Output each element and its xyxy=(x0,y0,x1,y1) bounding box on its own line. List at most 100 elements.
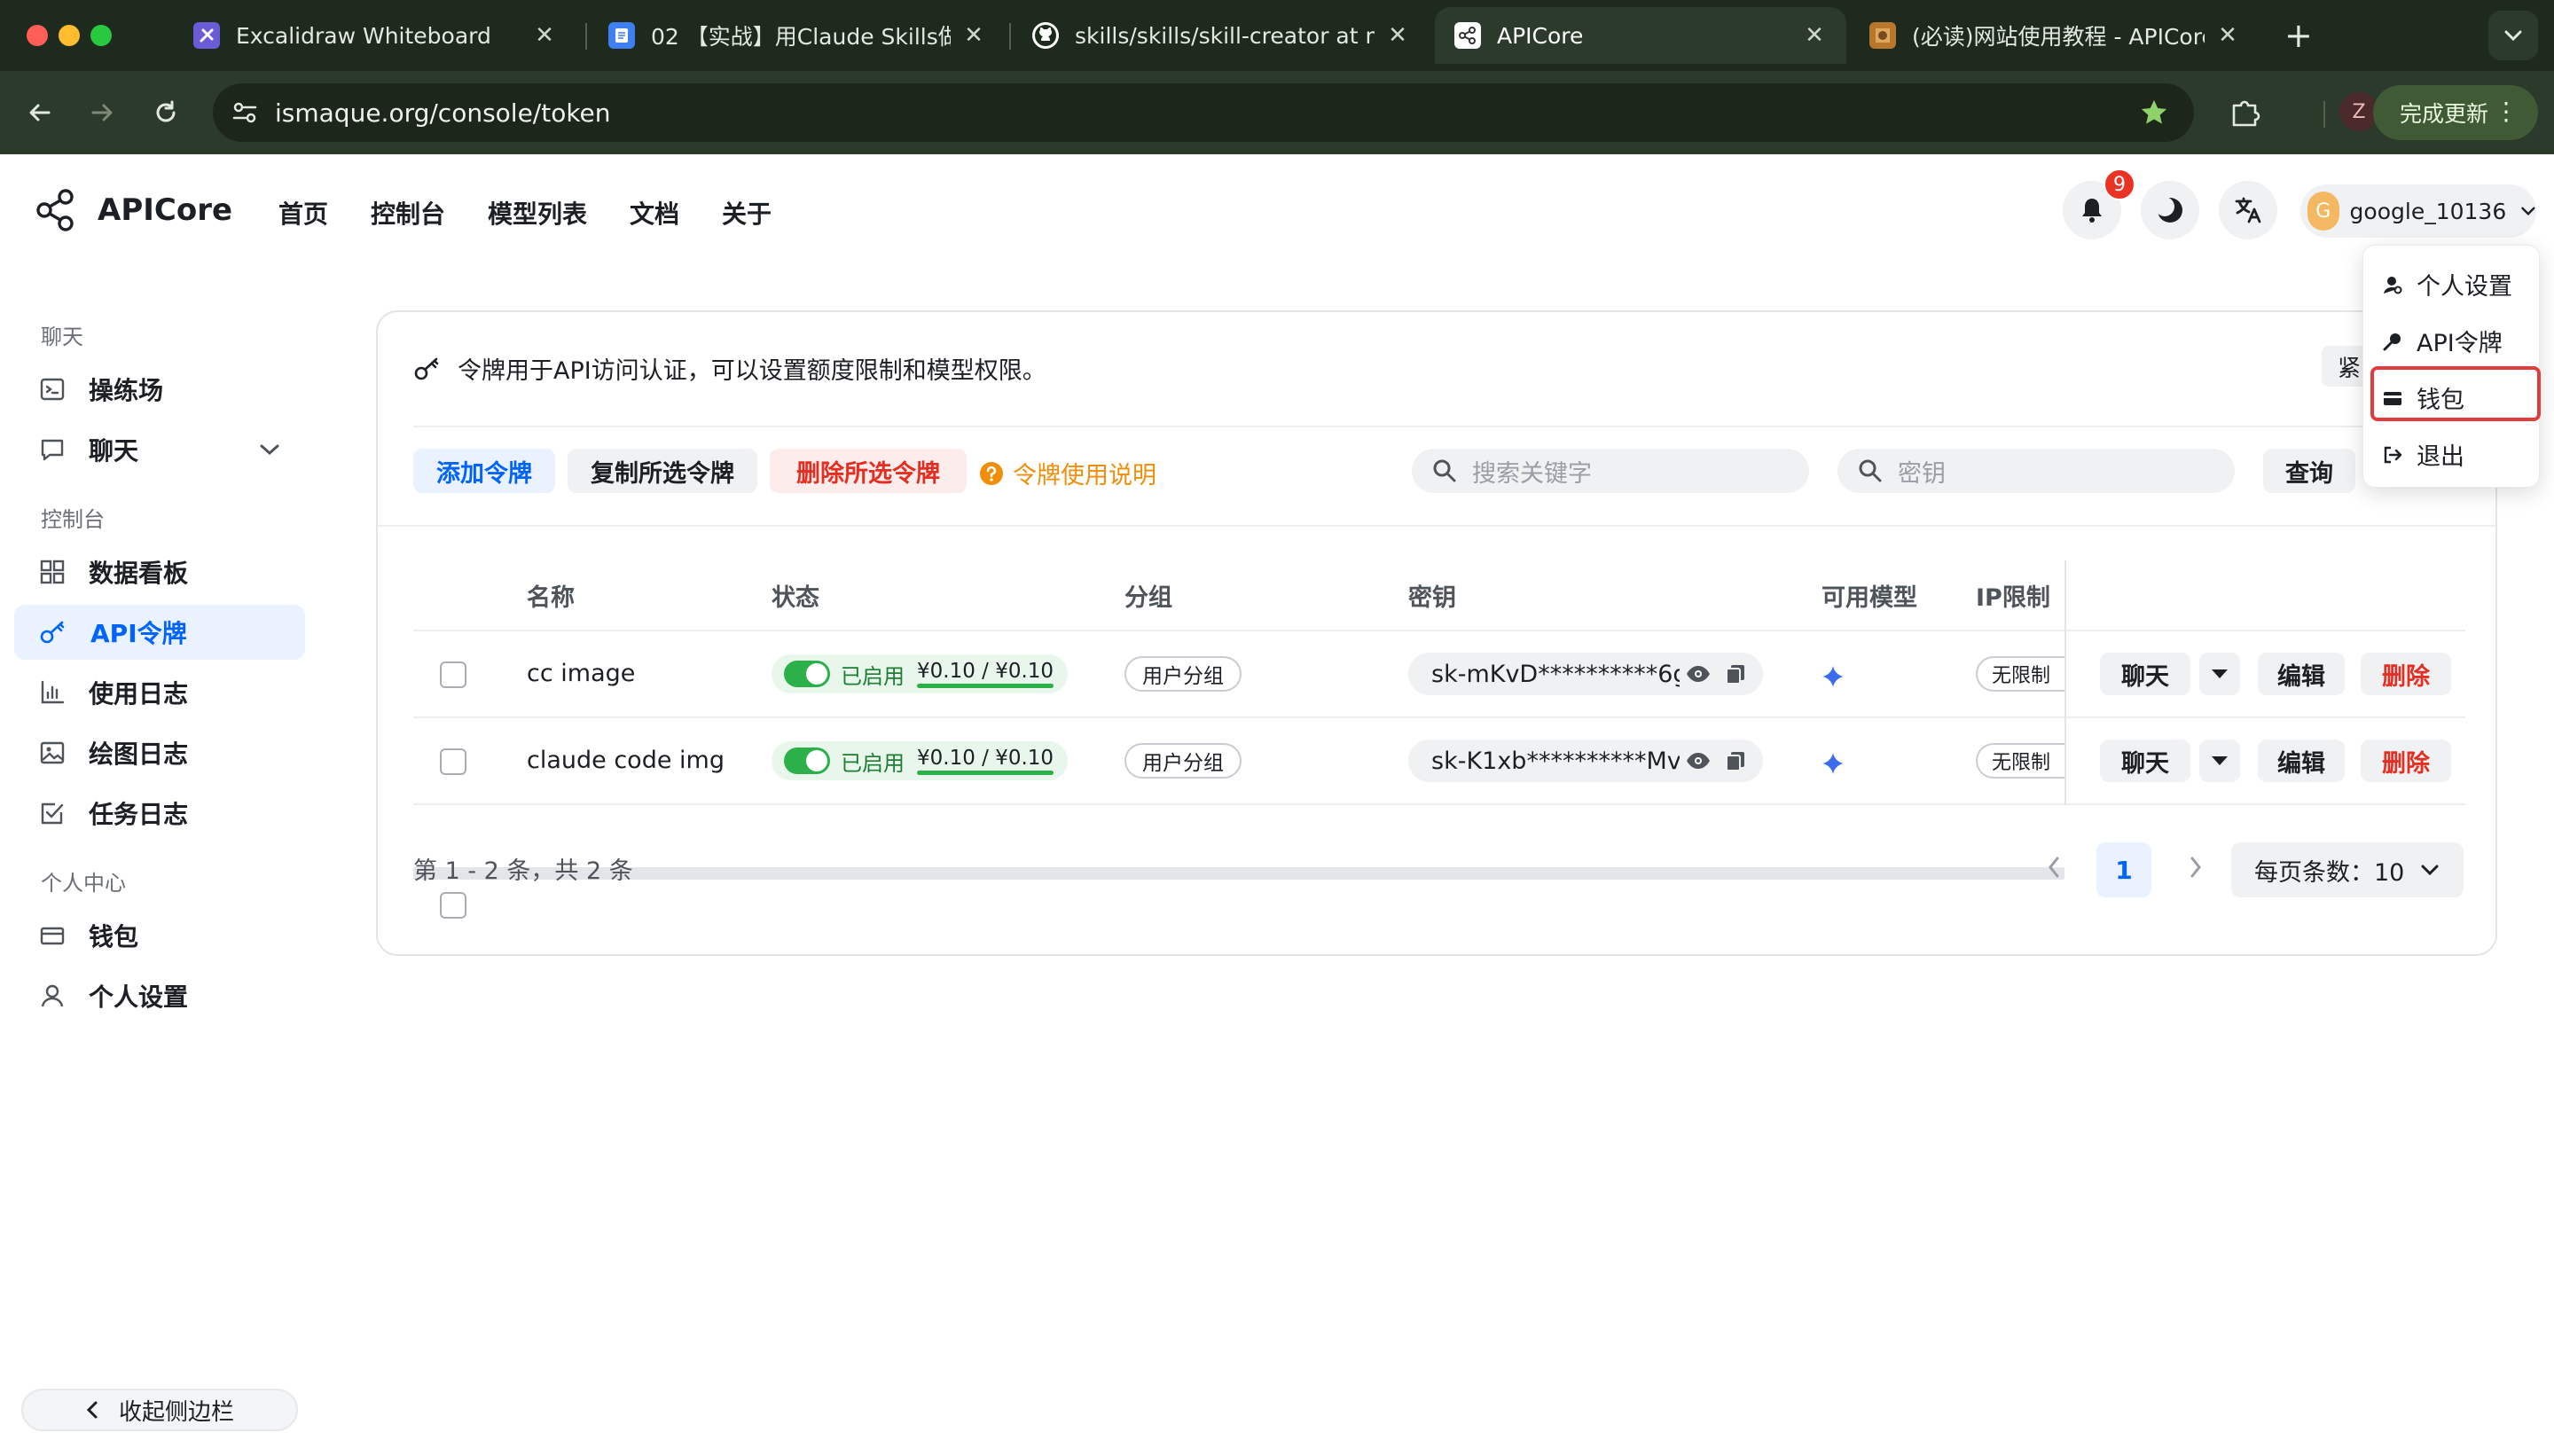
sidebar-item-drawing-logs[interactable]: 绘图日志 xyxy=(14,725,305,780)
copy-selected-button[interactable]: 复制所选令牌 xyxy=(568,449,757,493)
column-header-key[interactable]: 密钥 xyxy=(1408,578,1456,613)
tab-close-icon[interactable]: ✕ xyxy=(1385,22,1410,49)
nav-models[interactable]: 模型列表 xyxy=(488,195,587,231)
menu-item-api-tokens[interactable]: API令牌 xyxy=(2383,324,2503,358)
tab-title: 02 【实战】用Claude Skills做F xyxy=(651,24,951,50)
chat-button[interactable]: 聊天 xyxy=(2100,740,2190,782)
horizontal-scrollbar[interactable] xyxy=(413,867,2064,880)
nav-docs[interactable]: 文档 xyxy=(630,195,679,231)
tab-close-icon[interactable]: ✕ xyxy=(1802,22,1827,49)
back-button[interactable] xyxy=(18,90,62,135)
new-tab-button[interactable]: + xyxy=(2284,16,2313,55)
extensions-button[interactable] xyxy=(2222,90,2267,135)
key-search-placeholder: 密钥 xyxy=(1898,459,1946,488)
chat-dropdown-button[interactable] xyxy=(2199,653,2240,695)
google-docs-favicon-icon xyxy=(608,22,635,49)
row-checkbox[interactable] xyxy=(440,661,466,688)
token-name: claude code img xyxy=(527,747,725,774)
sidebar-item-api-tokens[interactable]: API令牌 xyxy=(14,605,305,660)
browser-tab-excalidraw[interactable]: Excalidraw Whiteboard ✕ xyxy=(174,7,576,64)
playground-icon xyxy=(40,378,65,401)
tab-close-icon[interactable]: ✕ xyxy=(532,22,557,49)
page-size-select[interactable]: 每页条数：10 xyxy=(2231,842,2464,897)
column-header-models[interactable]: 可用模型 xyxy=(1821,578,1917,613)
delete-selected-button[interactable]: 删除所选令牌 xyxy=(770,449,967,493)
collapse-sidebar-button[interactable]: 收起侧边栏 xyxy=(21,1389,298,1431)
page-number-button[interactable]: 1 xyxy=(2096,842,2151,897)
chat-dropdown-button[interactable] xyxy=(2199,740,2240,782)
more-vert-icon: ⋮ xyxy=(2494,97,2519,126)
sidebar-item-task-logs[interactable]: 任务日志 xyxy=(14,786,305,841)
copy-icon[interactable] xyxy=(1724,662,1747,685)
copy-icon[interactable] xyxy=(1724,749,1747,772)
tab-close-icon[interactable]: ✕ xyxy=(2215,22,2240,49)
bookmark-star-icon[interactable] xyxy=(2139,98,2169,128)
add-token-button[interactable]: 添加令牌 xyxy=(413,449,555,493)
language-button[interactable] xyxy=(2219,181,2277,239)
keyword-search-placeholder: 搜索关键字 xyxy=(1472,459,1592,488)
next-page-button[interactable] xyxy=(2178,849,2213,885)
column-header-status[interactable]: 状态 xyxy=(772,578,819,613)
caret-down-icon xyxy=(2212,756,2228,765)
update-button[interactable]: 完成更新 ⋮ xyxy=(2373,85,2538,140)
sidebar-item-chat[interactable]: 聊天 xyxy=(14,422,305,477)
browser-tab-apicore[interactable]: APICore ✕ xyxy=(1435,7,1846,64)
address-bar[interactable]: ismaque.org/console/token xyxy=(213,83,2194,142)
sidebar-item-usage-logs[interactable]: 使用日志 xyxy=(14,665,305,720)
window-minimize-button[interactable] xyxy=(59,25,80,46)
column-header-ip-limit[interactable]: IP限制 xyxy=(1976,578,2050,613)
chat-icon xyxy=(41,439,64,461)
select-all-checkbox[interactable] xyxy=(440,892,466,919)
row-checkbox[interactable] xyxy=(440,748,466,775)
wallet-icon xyxy=(40,927,65,945)
gemini-sparkle-icon xyxy=(1822,753,1844,774)
theme-toggle-button[interactable] xyxy=(2141,181,2199,239)
nav-console[interactable]: 控制台 xyxy=(371,195,445,231)
delete-button[interactable]: 删除 xyxy=(2361,653,2451,695)
menu-item-personal-settings[interactable]: 个人设置 xyxy=(2383,267,2512,301)
edit-button[interactable]: 编辑 xyxy=(2258,653,2345,695)
sidebar-item-playground[interactable]: 操练场 xyxy=(14,362,305,417)
browser-tab-tutorial[interactable]: (必读)网站使用教程 - APICore ✕ xyxy=(1850,7,2260,64)
column-header-name[interactable]: 名称 xyxy=(527,578,575,613)
forward-button[interactable] xyxy=(80,90,124,135)
group-tag: 用户分组 xyxy=(1124,656,1242,692)
fixed-column-shadow xyxy=(2064,560,2066,805)
nav-about[interactable]: 关于 xyxy=(722,195,772,231)
sidebar-item-dashboard[interactable]: 数据看板 xyxy=(14,544,305,599)
menu-item-logout[interactable]: 退出 xyxy=(2383,437,2464,472)
browser-tab-github[interactable]: skills/skills/skill-creator at ma ✕ xyxy=(1013,7,1430,64)
tab-search-button[interactable] xyxy=(2488,11,2538,60)
edit-button[interactable]: 编辑 xyxy=(2258,740,2345,782)
status-toggle[interactable] xyxy=(784,661,830,687)
window-zoom-button[interactable] xyxy=(90,25,112,46)
row-divider xyxy=(413,716,2465,718)
status-label: 已启用 xyxy=(841,750,905,776)
reload-button[interactable] xyxy=(144,90,188,135)
status-toggle[interactable] xyxy=(784,748,830,774)
token-help-link[interactable]: 令牌使用说明 xyxy=(979,456,1156,490)
site-info-icon[interactable] xyxy=(231,100,259,125)
tab-title: APICore xyxy=(1497,22,1584,49)
chat-button[interactable]: 聊天 xyxy=(2100,653,2190,695)
window-close-button[interactable] xyxy=(27,25,48,46)
tab-close-icon[interactable]: ✕ xyxy=(961,22,986,49)
sidebar-item-label: 使用日志 xyxy=(89,679,189,708)
user-dropdown-menu: 个人设置 API令牌 钱包 退出 xyxy=(2362,245,2541,488)
sidebar-item-wallet[interactable]: 钱包 xyxy=(14,908,305,963)
nav-home[interactable]: 首页 xyxy=(278,195,328,231)
apicore-favicon-icon xyxy=(1454,22,1481,49)
key-search-input[interactable]: 密钥 xyxy=(1837,449,2235,493)
query-button[interactable]: 查询 xyxy=(2263,449,2355,493)
tokens-description: 令牌用于API访问认证，可以设置额度限制和模型权限。 xyxy=(413,351,1046,386)
keyword-search-input[interactable]: 搜索关键字 xyxy=(1412,449,1809,493)
brand-logo[interactable]: APICore xyxy=(35,188,232,232)
user-menu-button[interactable]: G google_10136 xyxy=(2300,184,2536,238)
prev-page-button[interactable] xyxy=(2036,849,2072,885)
eye-icon[interactable] xyxy=(1685,751,1712,771)
eye-icon[interactable] xyxy=(1685,664,1712,684)
browser-tab-claude-skills[interactable]: 02 【实战】用Claude Skills做F ✕ xyxy=(589,7,1006,64)
delete-button[interactable]: 删除 xyxy=(2361,740,2451,782)
column-header-group[interactable]: 分组 xyxy=(1124,578,1172,613)
sidebar-item-settings[interactable]: 个人设置 xyxy=(14,968,305,1023)
